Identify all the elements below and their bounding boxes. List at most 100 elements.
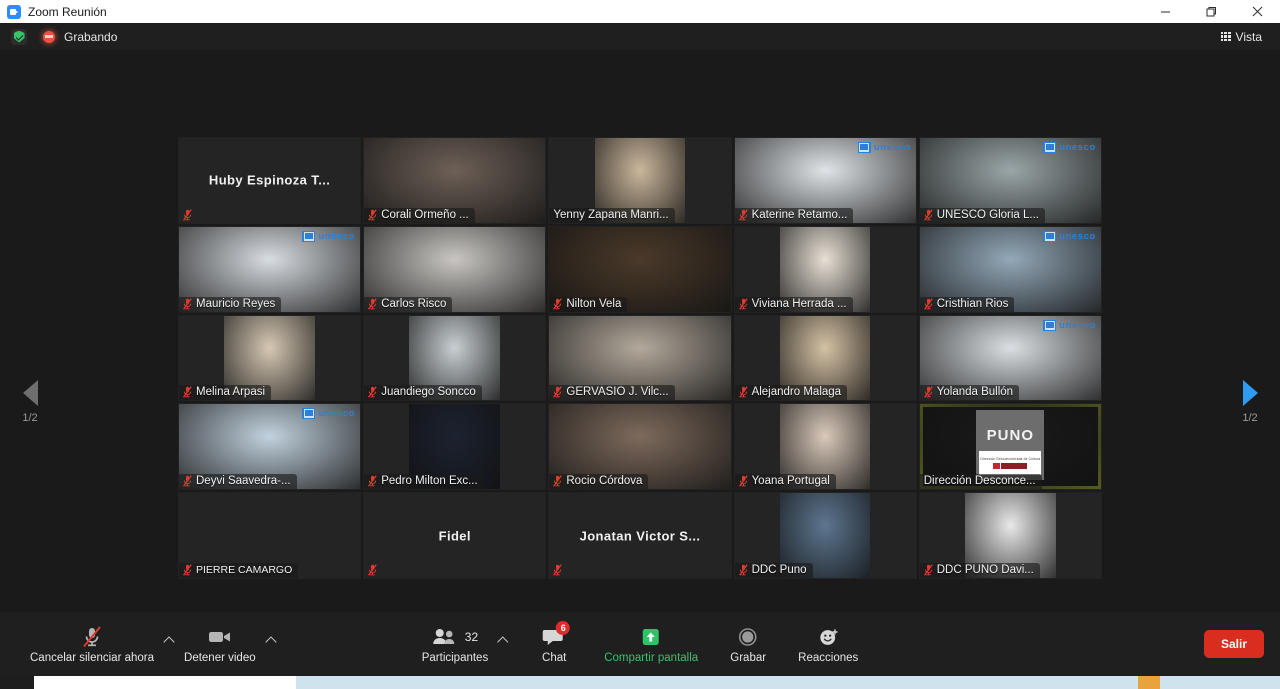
participant-name-bar: Deyvi Saavedra-... — [179, 474, 297, 490]
participant-tile-inner: unesco Deyvi Saavedra-... — [179, 404, 361, 490]
microphone-muted-icon — [738, 209, 748, 221]
participant-tile-inner: unesco Katerine Retamo... — [734, 138, 916, 223]
previous-page-indicator: 1/2 — [22, 412, 38, 424]
participants-options-chevron-up-icon[interactable] — [496, 632, 510, 656]
microphone-muted-icon — [738, 475, 748, 487]
participant-name: Pedro Milton Exc... — [381, 475, 478, 488]
participant-name-bar: Melina Arpasi — [179, 385, 272, 401]
meeting-toolbar: Cancelar silenciar ahora Detener video 3… — [0, 612, 1280, 676]
participant-tile[interactable]: PIERRE CAMARGO — [177, 491, 363, 580]
participant-tile[interactable]: Fidel — [362, 491, 548, 580]
microphone-muted-icon — [553, 297, 563, 310]
taskbar-active-window[interactable] — [34, 676, 296, 689]
participant-name: Mauricio Reyes — [196, 297, 276, 310]
microphone-muted-icon — [738, 386, 748, 398]
taskbar-app-orange[interactable] — [1138, 676, 1160, 689]
participant-name-center: Jonatan Victor S... — [579, 528, 701, 544]
participant-tile-inner: Viviana Herrada ... — [734, 226, 916, 312]
participant-tile[interactable]: Jonatan Victor S... — [547, 491, 733, 580]
participant-tile[interactable]: Yenny Zapana Manri... — [547, 136, 733, 225]
shared-screen-subtitle: Dirección Desconcentrada de Cultura — [980, 457, 1041, 462]
participant-tile[interactable]: unesco Yolanda Bullón — [917, 313, 1103, 403]
chat-button-label: Chat — [542, 651, 567, 664]
participant-tile[interactable]: Nilton Vela — [547, 224, 733, 314]
maximize-button[interactable] — [1188, 0, 1234, 23]
participants-count: 32 — [464, 629, 479, 644]
participant-tile-inner: Alejandro Malaga — [734, 315, 916, 401]
microphone-muted-icon — [183, 564, 192, 576]
participant-name: Juandiego Soncco — [381, 386, 476, 399]
record-circle-icon — [736, 625, 760, 649]
unesco-logo-icon: unesco — [1043, 230, 1096, 242]
participant-grid: Huby Espinoza T... Corali Ormeño ... Yenny… — [177, 136, 1103, 580]
grid-view-icon — [1220, 31, 1231, 42]
reactions-smiley-icon — [816, 625, 840, 649]
participant-name: Viviana Herrada ... — [751, 297, 847, 310]
participant-name-bar: Pedro Milton Exc... — [364, 474, 484, 490]
microphone-muted-icon — [738, 564, 748, 576]
leave-meeting-button[interactable]: Salir — [1203, 630, 1264, 658]
participant-tile[interactable]: Juandiego Soncco — [362, 313, 548, 403]
participant-name: Cristhian Rios — [936, 297, 1009, 310]
record-button-label: Grabar — [730, 651, 767, 664]
taskbar-clock-area — [1160, 676, 1280, 689]
participant-tile-inner: PUNO Dirección Desconcentrada de Cultura D… — [919, 404, 1101, 490]
record-button[interactable]: Grabar — [720, 621, 776, 668]
participant-tile[interactable]: Carlos Risco — [362, 224, 548, 314]
mute-button[interactable]: Cancelar silenciar ahora — [24, 621, 160, 668]
microphone-muted-icon — [81, 625, 103, 649]
mute-options-chevron-up-icon[interactable] — [162, 632, 176, 656]
next-page-button[interactable]: 1/2 — [1220, 380, 1280, 424]
participant-tile[interactable]: Rocio Córdova — [547, 402, 733, 492]
view-button[interactable]: Vista — [1213, 27, 1270, 46]
participant-tile-inner: Yenny Zapana Manri... — [549, 138, 731, 223]
participant-name-bar: Nilton Vela — [549, 296, 628, 312]
encryption-shield-icon[interactable] — [11, 28, 27, 45]
participant-tile[interactable]: unesco UNESCO Gloria L... — [917, 136, 1103, 225]
participant-tile[interactable]: DDC Puno — [732, 491, 918, 580]
participant-name-bar: GERVASIO J. Vilc... — [549, 385, 675, 401]
participant-tile[interactable]: DDC PUNO Davi... — [917, 491, 1103, 580]
participant-tile-inner: PIERRE CAMARGO — [179, 493, 361, 578]
participant-name-center: Huby Espinoza T... — [208, 172, 331, 188]
microphone-muted-icon — [368, 386, 377, 398]
participant-tile[interactable]: Huby Espinoza T... — [177, 136, 363, 225]
participant-tile[interactable]: Viviana Herrada ... — [732, 224, 918, 314]
participant-name-bar: Viviana Herrada ... — [734, 296, 853, 312]
participant-tile[interactable]: PUNO Dirección Desconcentrada de Cultura D… — [917, 402, 1103, 492]
participant-tile[interactable]: unesco Deyvi Saavedra-... — [177, 402, 363, 492]
close-button[interactable] — [1234, 0, 1280, 23]
participant-tile[interactable]: Pedro Milton Exc... — [362, 402, 548, 492]
chat-button[interactable]: 6 Chat — [526, 620, 582, 668]
microphone-muted-icon — [553, 475, 563, 487]
view-button-label: Vista — [1235, 29, 1262, 44]
participant-name: Deyvi Saavedra-... — [196, 475, 291, 488]
reactions-button[interactable]: Reacciones — [792, 621, 864, 668]
participant-tile[interactable]: Alejandro Malaga — [732, 313, 918, 403]
microphone-muted-icon — [183, 297, 192, 310]
shared-screen-footer: Dirección Desconcentrada de Cultura — [979, 451, 1042, 476]
camera-icon — [207, 625, 233, 649]
participant-tile-inner: Huby Espinoza T... — [179, 138, 361, 223]
share-screen-button[interactable]: Compartir pantalla — [598, 621, 704, 668]
participant-tile[interactable]: Corali Ormeño ... — [362, 136, 548, 225]
participant-tile[interactable]: unesco Katerine Retamo... — [732, 136, 918, 225]
mute-indicator-bar — [179, 208, 198, 223]
participant-name: Rocio Córdova — [566, 475, 643, 488]
video-button[interactable]: Detener video — [178, 621, 262, 668]
minimize-button[interactable] — [1142, 0, 1188, 23]
participant-tile[interactable]: unesco Cristhian Rios — [917, 224, 1103, 314]
participants-icon — [433, 628, 455, 644]
participant-tile-inner: Pedro Milton Exc... — [364, 404, 546, 490]
video-options-chevron-up-icon[interactable] — [264, 632, 278, 656]
participants-button[interactable]: 32 Participantes — [416, 621, 494, 668]
participant-tile[interactable]: Yoana Portugal — [732, 402, 918, 492]
participant-name-bar: DDC Puno — [734, 562, 813, 578]
previous-page-button[interactable]: 1/2 — [0, 380, 60, 424]
unesco-logo-icon: unesco — [1043, 319, 1096, 331]
window-controls — [1142, 0, 1280, 23]
participant-tile[interactable]: GERVASIO J. Vilc... — [547, 313, 733, 403]
participant-tile[interactable]: Melina Arpasi — [177, 313, 363, 403]
participant-tile[interactable]: unesco Mauricio Reyes — [177, 224, 363, 314]
next-page-indicator: 1/2 — [1242, 412, 1258, 424]
